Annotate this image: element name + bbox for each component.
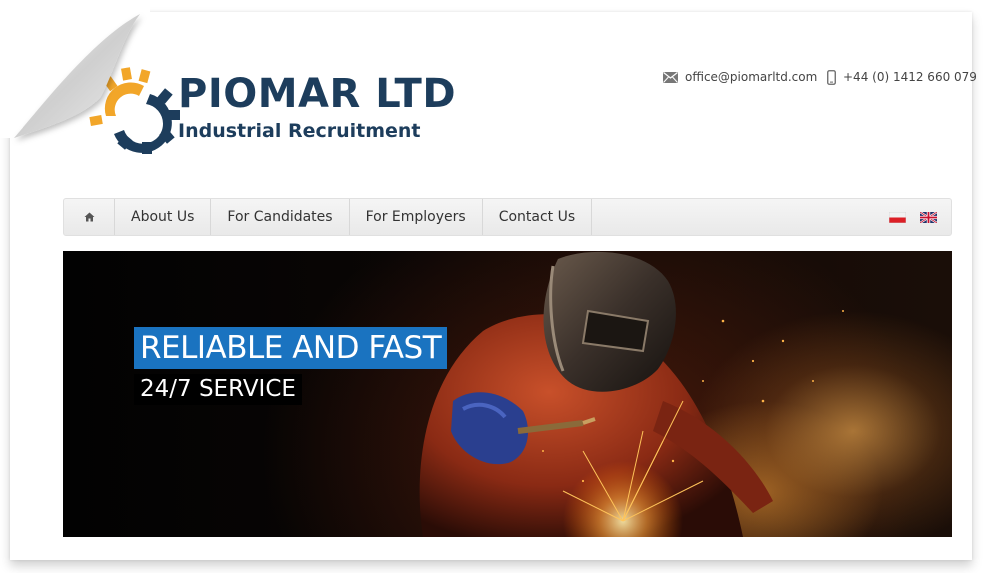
mobile-phone-icon [827, 69, 836, 85]
contact-phone[interactable]: +44 (0) 1412 660 079 [827, 68, 977, 86]
home-icon [84, 212, 94, 222]
language-switcher [889, 199, 951, 235]
hero-headline: RELIABLE AND FAST [134, 327, 448, 369]
contact-phone-text[interactable]: +44 (0) 1412 660 079 [843, 70, 977, 84]
uk-flag-icon[interactable] [920, 211, 937, 223]
nav-item-for-employers[interactable]: For Employers [350, 199, 483, 235]
contact-email[interactable]: office@piomarltd.com [663, 68, 817, 86]
page-curl-fold [0, 0, 150, 138]
brand-name[interactable]: PIOMAR LTD [178, 70, 456, 118]
nav-item-for-candidates[interactable]: For Candidates [211, 199, 350, 235]
hero-subline: 24/7 SERVICE [134, 374, 302, 405]
polish-flag-icon[interactable] [889, 211, 906, 223]
nav-item-about-us[interactable]: About Us [115, 199, 212, 235]
main-navigation: About Us For Candidates For Employers Co… [63, 198, 952, 236]
hero-banner: RELIABLE AND FAST 24/7 SERVICE [63, 251, 952, 537]
contact-email-text[interactable]: office@piomarltd.com [685, 70, 817, 84]
nav-item-contact-us[interactable]: Contact Us [483, 199, 593, 235]
nav-home-button[interactable] [64, 199, 115, 235]
envelope-icon [663, 71, 678, 83]
brand-tagline: Industrial Recruitment [178, 120, 421, 142]
